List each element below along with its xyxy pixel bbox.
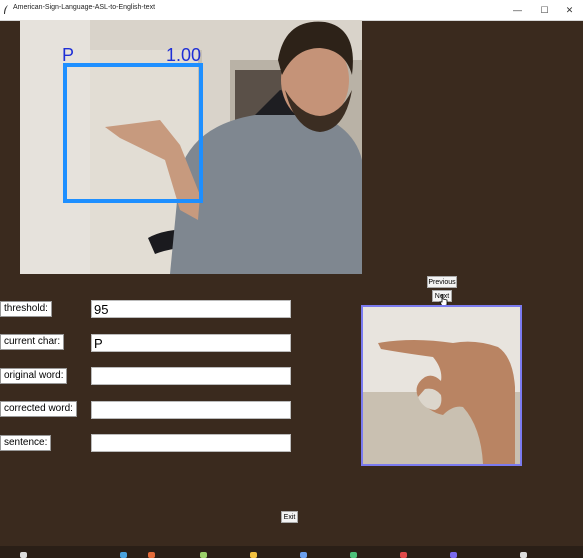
taskbar-app-icon[interactable] (300, 552, 307, 558)
taskbar-app-icon[interactable] (450, 552, 457, 558)
original-word-input[interactable] (91, 367, 291, 385)
exit-button[interactable]: Exit (281, 511, 298, 523)
taskbar-app-icon[interactable] (148, 552, 155, 558)
threshold-input[interactable]: 95 (91, 300, 291, 318)
taskbar-app-icon[interactable] (120, 552, 127, 558)
taskbar-app-icon[interactable] (350, 552, 357, 558)
sentence-label: sentence: (0, 435, 52, 451)
predicted-character-label: P (62, 45, 75, 65)
minimize-button[interactable]: — (504, 0, 531, 20)
original-word-label: original word: (0, 368, 68, 384)
taskbar-app-icon[interactable] (200, 552, 207, 558)
taskbar (0, 546, 583, 558)
corrected-word-label: corrected word: (0, 401, 77, 417)
current-char-input[interactable]: P (91, 334, 291, 352)
taskbar-app-icon[interactable] (250, 552, 257, 558)
threshold-label: threshold: (0, 301, 52, 317)
window-titlebar: American-Sign-Language-ASL-to-English-te… (0, 0, 583, 21)
previous-button[interactable]: Previous (427, 276, 457, 288)
webcam-feed: P 1.00 (20, 20, 362, 274)
sign-preview-panel (361, 305, 522, 466)
corrected-word-input[interactable] (91, 401, 291, 419)
window-title: American-Sign-Language-ASL-to-English-te… (13, 4, 156, 11)
maximize-button[interactable]: ☐ (531, 0, 558, 20)
current-char-label: current char: (0, 334, 65, 350)
hand-sign-image (363, 307, 520, 464)
taskbar-app-icon[interactable] (20, 552, 27, 558)
feather-icon (4, 5, 8, 14)
prediction-score-label: 1.00 (166, 45, 202, 65)
sentence-input[interactable] (91, 434, 291, 452)
taskbar-app-icon[interactable] (520, 552, 527, 558)
taskbar-app-icon[interactable] (400, 552, 407, 558)
close-button[interactable]: ✕ (556, 0, 583, 20)
